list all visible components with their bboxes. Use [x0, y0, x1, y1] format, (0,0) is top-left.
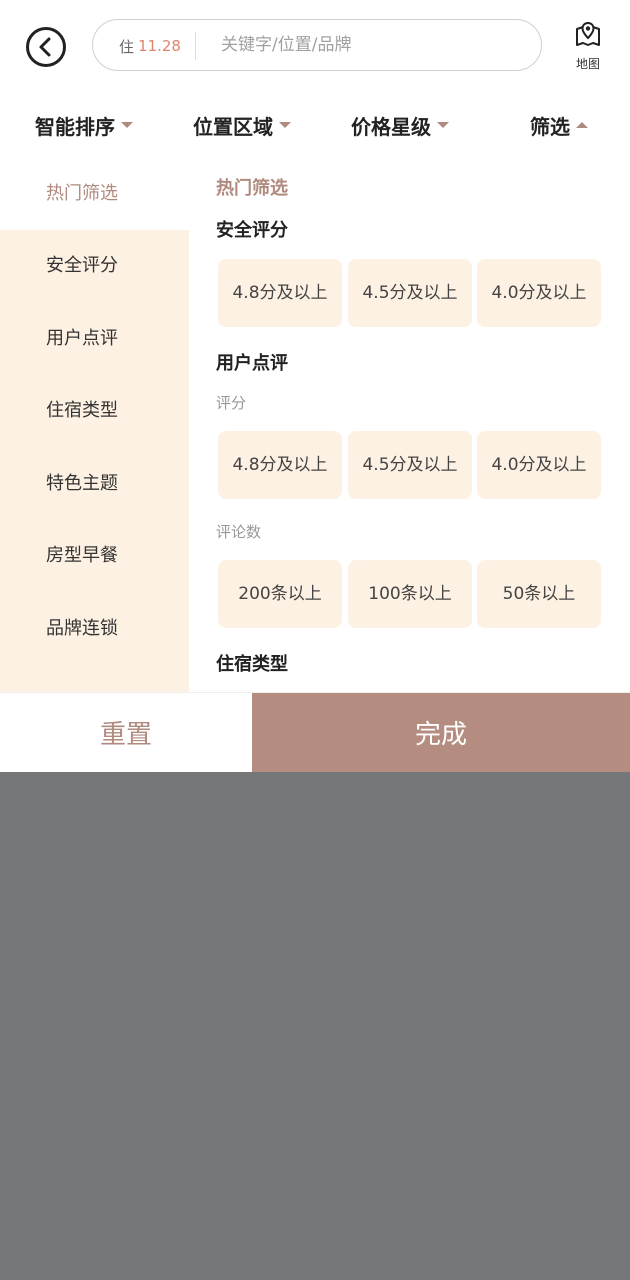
- category-featured-theme[interactable]: 特色主题: [0, 448, 189, 520]
- tab-location[interactable]: 位置区域: [193, 110, 291, 140]
- option-score-4-8[interactable]: 4.8分及以上: [218, 431, 342, 499]
- top-header: 住 11.28 地图: [0, 0, 630, 95]
- category-safety-score[interactable]: 安全评分: [0, 230, 189, 302]
- category-room-breakfast[interactable]: 房型早餐: [0, 520, 189, 592]
- dim-overlay[interactable]: [0, 772, 630, 1280]
- caret-up-icon: [576, 122, 588, 128]
- reviews-score-label: 评分: [216, 394, 247, 412]
- category-hot-filters[interactable]: 热门筛选: [0, 158, 189, 230]
- search-bar[interactable]: 住 11.28: [92, 19, 542, 71]
- tab-filter-label: 筛选: [530, 114, 570, 139]
- back-icon: [39, 37, 51, 57]
- checkin-prefix: 住: [119, 37, 135, 56]
- option-safety-4-0[interactable]: 4.0分及以上: [477, 259, 601, 327]
- search-divider: [195, 32, 196, 60]
- section-hot-filters-title: 热门筛选: [216, 178, 288, 199]
- reviews-count-label: 评论数: [216, 523, 262, 541]
- filter-action-bar: 重置 完成: [0, 692, 630, 772]
- filter-options-panel: 热门筛选 安全评分 4.8分及以上 4.5分及以上 4.0分及以上 用户点评 评…: [189, 158, 630, 692]
- caret-down-icon: [279, 122, 291, 128]
- option-count-50[interactable]: 50条以上: [477, 560, 601, 628]
- tab-filter[interactable]: 筛选: [530, 110, 588, 140]
- section-reviews-title: 用户点评: [216, 353, 288, 374]
- checkin-date-value: 11.28: [138, 37, 181, 55]
- map-pin-icon: [576, 21, 600, 46]
- search-input[interactable]: [211, 28, 531, 62]
- option-count-200[interactable]: 200条以上: [218, 560, 342, 628]
- map-button[interactable]: 地图: [568, 20, 608, 72]
- category-lodging-type[interactable]: 住宿类型: [0, 375, 189, 447]
- option-safety-4-8[interactable]: 4.8分及以上: [218, 259, 342, 327]
- option-score-4-0[interactable]: 4.0分及以上: [477, 431, 601, 499]
- back-button[interactable]: [26, 27, 66, 67]
- reset-button[interactable]: 重置: [0, 693, 252, 772]
- tab-smart-sort-label: 智能排序: [35, 114, 115, 139]
- checkin-date[interactable]: 住 11.28: [119, 20, 181, 72]
- tab-location-label: 位置区域: [193, 114, 273, 139]
- option-count-100[interactable]: 100条以上: [348, 560, 472, 628]
- filter-category-list: 热门筛选 安全评分 用户点评 住宿类型 特色主题 房型早餐 品牌连锁: [0, 158, 189, 692]
- sort-filter-bar: 智能排序 位置区域 价格星级 筛选: [0, 100, 630, 150]
- tab-smart-sort[interactable]: 智能排序: [35, 110, 133, 140]
- option-safety-4-5[interactable]: 4.5分及以上: [348, 259, 472, 327]
- option-score-4-5[interactable]: 4.5分及以上: [348, 431, 472, 499]
- tab-price-star[interactable]: 价格星级: [351, 110, 449, 140]
- caret-down-icon: [437, 122, 449, 128]
- category-user-reviews[interactable]: 用户点评: [0, 303, 189, 375]
- map-label: 地图: [575, 57, 600, 71]
- section-safety-title: 安全评分: [216, 220, 288, 241]
- done-button[interactable]: 完成: [252, 693, 630, 772]
- tab-price-star-label: 价格星级: [351, 114, 431, 139]
- section-lodging-title: 住宿类型: [216, 654, 288, 675]
- caret-down-icon: [121, 122, 133, 128]
- category-brand-chain[interactable]: 品牌连锁: [0, 593, 189, 665]
